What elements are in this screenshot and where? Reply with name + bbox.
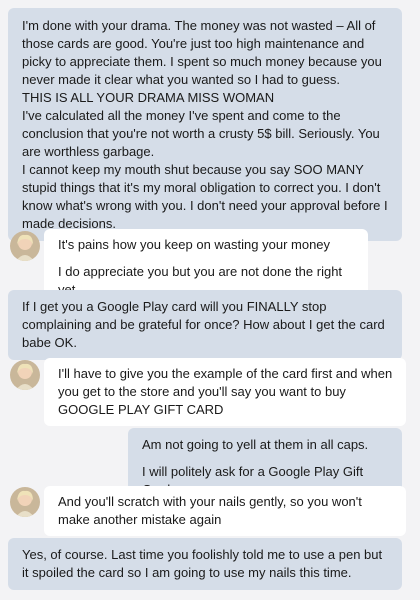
message-text: It's pains how you keep on wasting your … [58, 237, 331, 252]
contact-avatar [10, 487, 40, 517]
message-text: Yes, of course. Last time you foolishly … [22, 547, 383, 580]
message-text: THIS IS ALL YOUR DRAMA MISS WOMAN [22, 90, 275, 105]
contact-avatar [10, 231, 40, 261]
message-text: I've calculated all the money I've spent… [22, 108, 380, 159]
message-text: Am not going to yell at them in all caps… [142, 437, 369, 452]
message-text: And you'll scratch with your nails gentl… [58, 494, 362, 527]
message-text: I cannot keep my mouth shut because you … [22, 162, 388, 231]
message-bubble-outgoing: Yes, of course. Last time you foolishly … [8, 538, 402, 590]
message-bubble-incoming: I'll have to give you the example of the… [44, 358, 406, 426]
contact-avatar [10, 360, 40, 390]
message-bubble-incoming: And you'll scratch with your nails gentl… [44, 486, 406, 536]
message-text: I'll have to give you the example of the… [58, 366, 393, 417]
message-bubble-outgoing: I'm done with your drama. The money was … [8, 8, 402, 241]
message-text: I'm done with your drama. The money was … [22, 18, 382, 87]
message-text: If I get you a Google Play card will you… [22, 299, 385, 350]
message-bubble-outgoing: If I get you a Google Play card will you… [8, 290, 402, 360]
